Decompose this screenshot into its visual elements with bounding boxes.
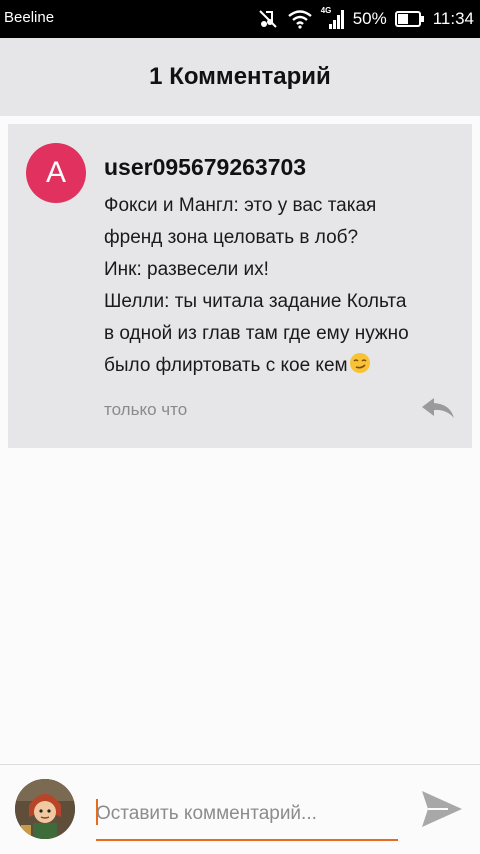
send-icon[interactable] (418, 787, 466, 831)
comment-composer (0, 764, 480, 854)
comment-username[interactable]: user095679263703 (104, 154, 306, 181)
avatar[interactable]: A (26, 143, 86, 203)
mute-icon (257, 8, 279, 30)
page-title: 1 Комментарий (149, 63, 331, 90)
carrier-name: Beeline (4, 9, 55, 26)
comment-line: Фокси и Мангл: это у вас такая (104, 195, 377, 216)
comment-input[interactable] (96, 789, 398, 841)
wifi-icon (287, 9, 313, 29)
comment-line: френд зона целовать в лоб? (104, 227, 359, 248)
battery-percent: 50% (352, 9, 387, 28)
status-bar: Beeline 4G 50% 11:34 (0, 0, 480, 38)
smirk-emoji (349, 352, 371, 385)
signal-icon: 4G (321, 6, 345, 30)
text-caret (96, 799, 98, 825)
status-icons: 4G 50% 11:34 (257, 0, 474, 38)
comment-line: Шелли: ты читала задание Кольта (104, 291, 407, 312)
avatar-letter: A (45, 156, 66, 189)
comment-line: было флиртовать с кое кем (104, 355, 348, 376)
clock: 11:34 (432, 9, 474, 28)
comment-line: Инк: развесели их! (104, 259, 269, 280)
page-header: 1 Комментарий (0, 38, 480, 116)
comment-body: Фокси и Мангл: это у вас такая френд зон… (104, 190, 464, 385)
comment-line: в одной из глав там где ему нужно (104, 323, 409, 344)
comment-last-line: было флиртовать с кое кем (104, 350, 464, 385)
user-avatar[interactable] (15, 779, 75, 839)
reply-icon[interactable] (420, 396, 456, 420)
battery-icon (394, 10, 425, 28)
comment-item: A user095679263703 Фокси и Мангл: это у … (8, 124, 472, 448)
comment-timestamp: только что (104, 400, 188, 419)
